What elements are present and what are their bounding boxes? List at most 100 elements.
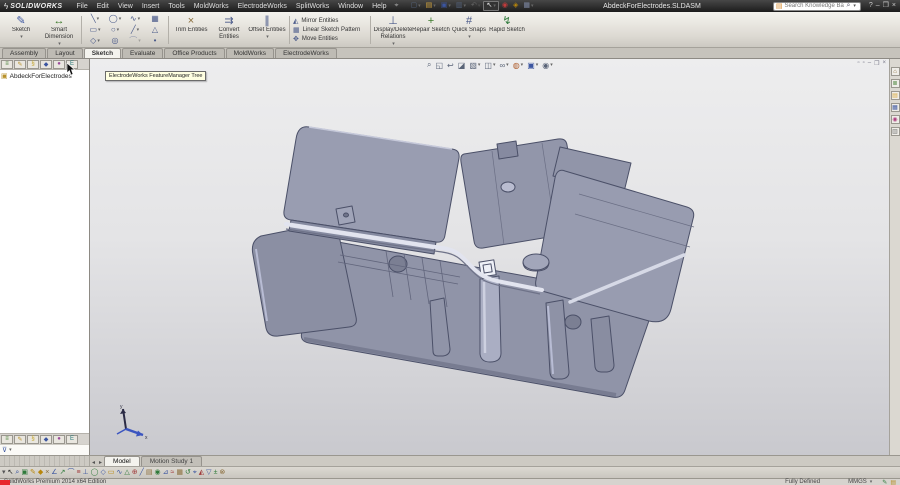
sketch-toolbar-icon[interactable]: ∠ <box>51 467 57 478</box>
sketch-toolbar-icon[interactable]: ↖ <box>8 467 14 478</box>
undo-icon[interactable]: ↶▾ <box>469 1 482 11</box>
print-icon[interactable]: ▥▾ <box>454 1 468 11</box>
new-document-icon[interactable]: ▢▾ <box>408 1 422 11</box>
offset-entities-button[interactable]: ∥ Offset Entities ▾ <box>248 13 286 47</box>
sketch-toolbar-icon[interactable]: ± <box>214 467 218 478</box>
trim-entities-button[interactable]: × Trim Entities ▾ <box>172 13 210 47</box>
menu-item[interactable]: ElectrodeWorks <box>234 2 291 11</box>
menu-item[interactable]: MoldWorks <box>190 2 233 11</box>
spline-tool[interactable]: ∿▾ <box>125 14 145 25</box>
slot-tool[interactable]: ╱▾ <box>125 25 145 36</box>
configurationmanager-tab[interactable]: § <box>27 60 39 69</box>
sketch-picture-tool[interactable]: ▦▾ <box>145 14 165 25</box>
units-selector[interactable]: MMGS ▾ <box>848 479 872 485</box>
command-tab[interactable]: Office Products <box>164 48 224 58</box>
document-tab[interactable]: Model <box>104 456 140 466</box>
sketch-toolbar-icon[interactable]: ▾ <box>2 467 6 478</box>
configurationmanager-tab-2[interactable]: § <box>27 435 39 444</box>
sketch-toolbar-icon[interactable]: ◭ <box>199 467 204 478</box>
display-delete-relations-icon[interactable]: ◉▾ <box>500 1 510 11</box>
sketch-toolbar-icon[interactable]: ≈ <box>170 467 174 478</box>
sketch-toolbar-icon[interactable]: ▣ <box>21 467 28 478</box>
menu-item[interactable]: SplitWorks <box>292 2 333 11</box>
point-tool[interactable]: •▾ <box>145 36 165 47</box>
perimeter-circle-tool[interactable]: ◎▾ <box>105 36 125 47</box>
menu-item[interactable]: Tools <box>164 2 188 11</box>
tab-scroll-left-icon[interactable]: ◂ <box>90 459 97 466</box>
select-tool-icon[interactable]: ↖▾ <box>483 1 498 11</box>
sketch-toolbar-icon[interactable]: ▭ <box>108 467 115 478</box>
custom-properties-icon[interactable]: ▥ <box>891 127 900 136</box>
sketch-toolbar-icon[interactable]: ⌖ <box>193 467 197 478</box>
quick-tips-icon[interactable]: ▤ <box>890 479 896 485</box>
screen-capture-icon[interactable]: ▦▾ <box>521 1 535 11</box>
featuremanager-tree-tab[interactable]: ≡ <box>1 60 13 69</box>
sketch-toolbar-icon[interactable]: ↺ <box>185 467 191 478</box>
sketch-toolbar-icon[interactable]: ∿ <box>117 467 123 478</box>
displaymanager-tab[interactable]: ● <box>53 60 65 69</box>
sketch-toolbar-icon[interactable]: ◉ <box>155 467 161 478</box>
displaymanager-tab-2[interactable]: ● <box>53 435 65 444</box>
smart-dimension-button[interactable]: ↔ Smart Dimension ▾ <box>40 13 78 47</box>
mirror-entities-button[interactable]: ◭Mirror Entities <box>293 17 367 25</box>
sketch-toolbar-icon[interactable]: △ <box>124 467 129 478</box>
ellipse-tool[interactable]: ○▾ <box>105 25 125 36</box>
sketch-toolbar-icon[interactable]: ▽ <box>206 467 211 478</box>
menu-item[interactable]: Insert <box>138 2 164 11</box>
sketch-toolbar-icon[interactable]: ◆ <box>38 467 43 478</box>
propertymanager-tab-2[interactable]: ✎ <box>14 435 26 444</box>
menu-item[interactable]: File <box>72 2 91 11</box>
view-palette-icon[interactable]: ▦ <box>891 103 900 112</box>
restore-button[interactable]: ❐ <box>883 1 889 11</box>
help-button[interactable]: ? <box>869 1 873 11</box>
menu-item[interactable]: Window <box>334 2 367 11</box>
menu-item[interactable]: Edit <box>93 2 113 11</box>
rapid-sketch-button[interactable]: ↯ Rapid Sketch ▾ <box>488 13 526 47</box>
display-delete-relations-button[interactable]: ⊥ Display/Delete Relations ▾ <box>374 13 412 47</box>
rectangle-tool[interactable]: ▭▾ <box>85 25 105 36</box>
search-input[interactable] <box>784 3 844 9</box>
search-caret-icon[interactable]: ▾ <box>853 3 856 9</box>
arc-tool[interactable]: ⌒▾ <box>125 36 145 47</box>
filter-icon[interactable]: ⊽ <box>2 446 7 454</box>
sketch-toolbar-icon[interactable]: ≡ <box>76 467 80 478</box>
sketch-toolbar-icon[interactable]: ▦ <box>176 467 183 478</box>
sketch-toolbar-icon[interactable]: ⊕ <box>132 467 138 478</box>
cad-model[interactable] <box>90 59 889 455</box>
solidworks-resources-icon[interactable]: ⌂ <box>891 67 900 76</box>
sketch-toolbar-icon[interactable]: ⊗ <box>219 467 225 478</box>
command-tab[interactable]: Evaluate <box>122 48 163 58</box>
search-icon[interactable]: ⌕ <box>846 2 850 10</box>
knowledge-base-search[interactable]: ▤ ⌕ ▾ <box>773 2 861 11</box>
open-icon[interactable]: ▤▾ <box>424 1 438 11</box>
filter-caret-icon[interactable]: ▾ <box>9 447 12 453</box>
menu-item[interactable]: Help <box>368 2 390 11</box>
text-tool[interactable]: △▾ <box>145 25 165 36</box>
graphics-viewport[interactable]: ⌕▾◱▾↩▾◪▾▧▾◫▾∞▾◍▾▣▾◉▾ ▫▫–❐× <box>90 59 900 455</box>
command-tab[interactable]: Sketch <box>84 48 121 58</box>
sketch-button[interactable]: ✎ Sketch ▾ <box>2 13 40 47</box>
repair-sketch-button[interactable]: + Repair Sketch ▾ <box>412 13 450 47</box>
appearances-scenes-icon[interactable]: ◉ <box>891 115 900 124</box>
sketch-toolbar-icon[interactable]: ⌒ <box>67 467 74 478</box>
circle-tool[interactable]: ◯▾ <box>105 14 125 25</box>
document-tab[interactable]: Motion Study 1 <box>141 456 202 466</box>
quick-snaps-button[interactable]: # Quick Snaps ▾ <box>450 13 488 47</box>
sketch-toolbar-icon[interactable]: × <box>45 467 49 478</box>
line-tool[interactable]: ╲▾ <box>85 14 105 25</box>
panel-splitter[interactable] <box>0 456 90 466</box>
sketch-toolbar-icon[interactable]: ◯ <box>91 467 99 478</box>
design-library-icon[interactable]: ≣ <box>891 79 900 88</box>
command-tab[interactable]: MoldWorks <box>226 48 274 58</box>
command-tab[interactable]: Assembly <box>2 48 46 58</box>
menu-item[interactable]: View <box>114 2 137 11</box>
sketch-toolbar-icon[interactable]: ▤ <box>146 467 153 478</box>
electrodeworks-manager-tab-2[interactable]: E <box>66 435 78 444</box>
tab-scroll-right-icon[interactable]: ▸ <box>97 459 104 466</box>
minimize-button[interactable]: – <box>876 1 880 11</box>
edit-assembly-icon[interactable]: ✎ <box>882 479 887 485</box>
save-icon[interactable]: ▣▾ <box>439 1 453 11</box>
sketch-toolbar-icon[interactable]: ⌕ <box>15 467 19 478</box>
command-tab[interactable]: Layout <box>47 48 83 58</box>
dimxpertmanager-tab-2[interactable]: ◆ <box>40 435 52 444</box>
